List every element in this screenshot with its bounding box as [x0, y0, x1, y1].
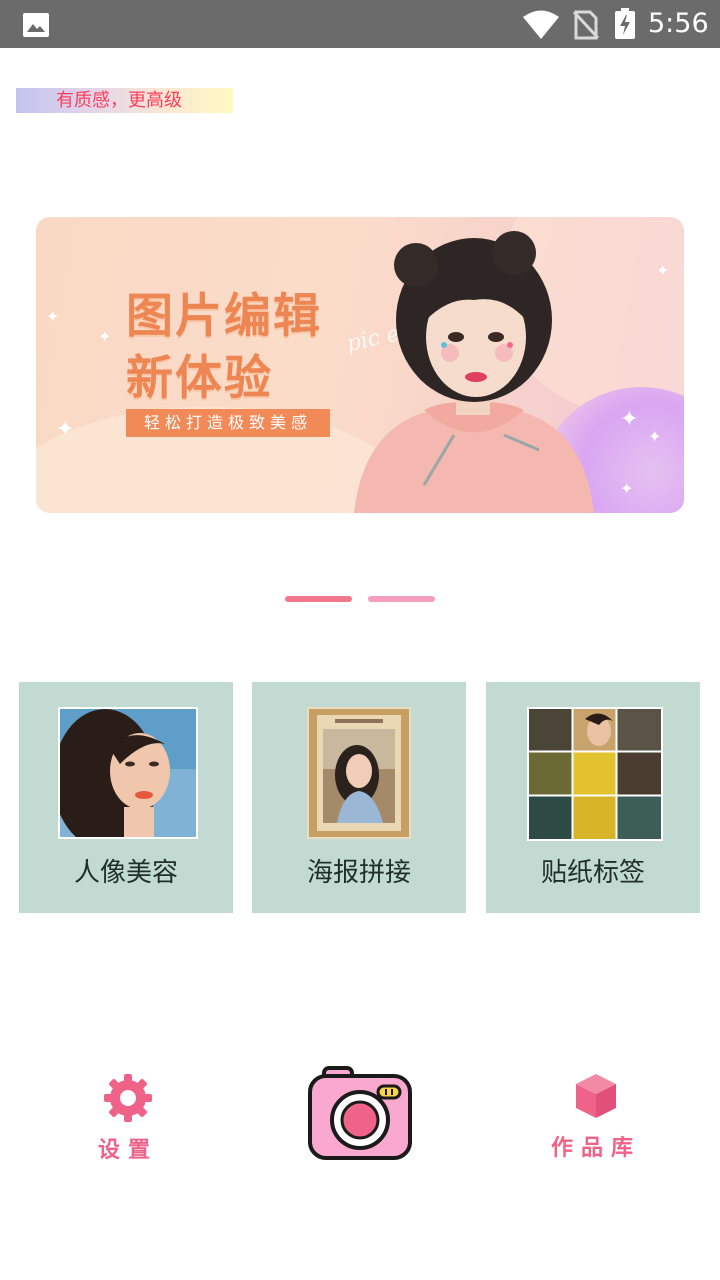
feature-card-sticker-label[interactable]: 贴纸标签 [486, 682, 700, 913]
nav-gallery[interactable]: 作品库 [548, 1072, 644, 1162]
feature-label: 贴纸标签 [540, 858, 645, 888]
banner-title-line2: 新体验 [126, 351, 273, 406]
feature-label: 人像美容 [73, 858, 178, 888]
carousel-indicator [0, 596, 720, 604]
feature-label: 海报拼接 [306, 858, 411, 888]
no-sim-icon [572, 10, 600, 40]
camera-button[interactable] [306, 1064, 414, 1166]
wifi-icon [523, 10, 559, 39]
sparkle-icon: ✦ [620, 479, 634, 498]
camera-icon [308, 1066, 412, 1160]
carousel-dot-active[interactable] [285, 596, 352, 602]
sparkle-icon: ✦ [656, 261, 670, 280]
sparkle-icon: ✦ [46, 307, 60, 326]
banner-title-line1: 图片编辑 [126, 289, 322, 344]
nav-settings[interactable]: 设置 [96, 1072, 160, 1164]
nav-settings-label: 设置 [97, 1138, 158, 1163]
banner-subtitle: 轻松打造极致美感 [126, 409, 330, 437]
poster-collage-thumbnail [307, 707, 411, 839]
sparkle-icon: ✦ [98, 327, 112, 346]
image-notification-icon [23, 13, 49, 37]
sparkle-icon: ✦ [620, 407, 639, 432]
status-clock: 5:56 [648, 8, 709, 39]
feature-card-poster-collage[interactable]: 海报拼接 [252, 682, 466, 913]
cube-icon [576, 1074, 616, 1118]
status-bar: 5:56 [0, 0, 720, 48]
tagline-banner: 有质感，更高级 [16, 88, 233, 113]
model-portrait-illustration [354, 231, 594, 513]
feature-cards: 人像美容 海报拼接 贴纸标签 [0, 682, 720, 914]
bottom-navigation: 设置 作品库 [0, 1060, 720, 1180]
feature-card-portrait-beauty[interactable]: 人像美容 [19, 682, 233, 913]
portrait-beauty-thumbnail [58, 707, 198, 839]
carousel-dot[interactable] [368, 596, 435, 602]
nav-gallery-label: 作品库 [550, 1136, 641, 1161]
promo-banner[interactable]: ✦ ✦ ✦ ✦ ✦ ✦ ✦ ✦ 图片编辑 新体验 轻松打造极致美感 pic ed… [36, 217, 684, 513]
battery-charging-icon [615, 8, 635, 39]
sticker-grid-thumbnail [527, 707, 663, 841]
gear-icon [104, 1074, 152, 1122]
sparkle-icon: ✦ [56, 417, 75, 442]
sparkle-icon: ✦ [648, 427, 662, 446]
